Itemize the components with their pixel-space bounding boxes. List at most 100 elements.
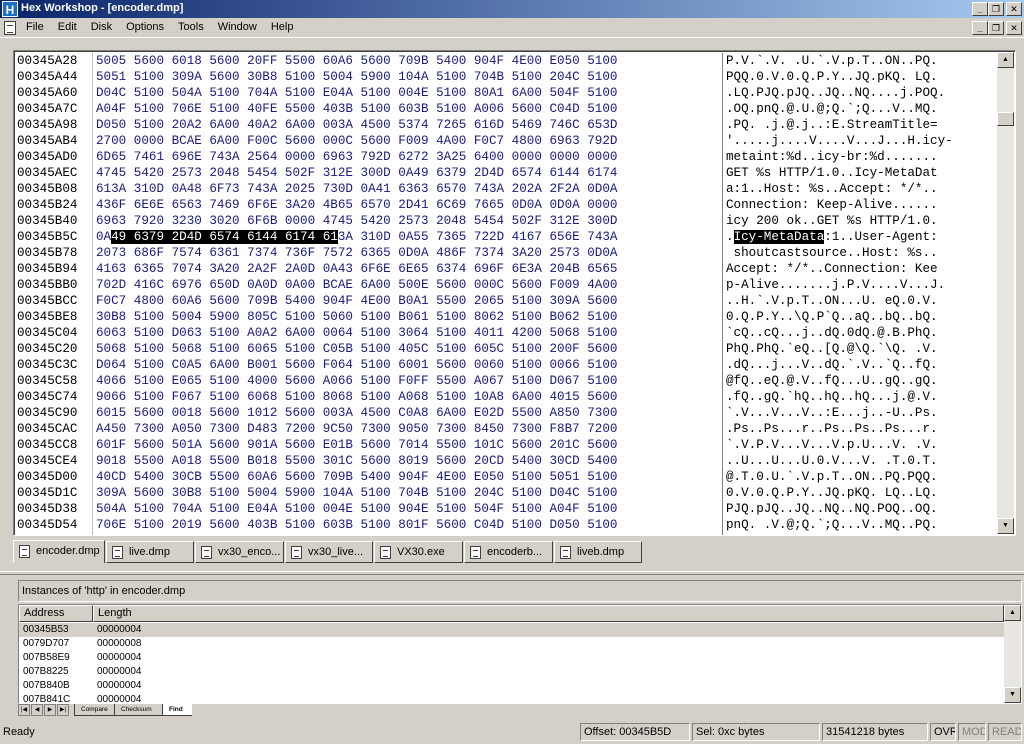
hex-row[interactable]: 00345C04 6063 5100 D063 5100 A0A2 6A00 00… bbox=[14, 325, 994, 341]
hex-row[interactable]: 00345BB0 702D 416C 6976 650D 0A0D 0A00 BC… bbox=[14, 277, 994, 293]
hex-row-bytes[interactable]: D064 5100 C0A5 6A00 B001 5600 F064 5100 … bbox=[96, 357, 617, 373]
hex-row-bytes[interactable]: 5068 5100 5068 5100 6065 5100 C05B 5100 … bbox=[96, 341, 617, 357]
hex-row-ascii[interactable]: '.....j....V....V...J...H.icy- bbox=[726, 133, 953, 149]
hex-row-bytes[interactable]: 309A 5600 30B8 5100 5004 5900 104A 5100 … bbox=[96, 485, 617, 501]
scroll-up-arrow-icon[interactable]: ▲ bbox=[997, 52, 1014, 68]
file-tab[interactable]: liveb.dmp bbox=[554, 541, 642, 563]
menu-tools[interactable]: Tools bbox=[178, 21, 204, 33]
hex-row-ascii[interactable]: GET %s HTTP/1.0..Icy-MetaDat bbox=[726, 165, 938, 181]
hex-row-ascii[interactable]: PJQ.pJQ..JQ..NQ..NQ.POQ..OQ. bbox=[726, 501, 938, 517]
hex-row[interactable]: 00345CC8 601F 5600 501A 5600 901A 5600 E0… bbox=[14, 437, 994, 453]
hex-row-bytes[interactable]: 702D 416C 6976 650D 0A0D 0A00 BCAE 6A00 … bbox=[96, 277, 617, 293]
hex-row-ascii[interactable]: P.V.`.V. .U.`.V.p.T..ON..PQ. bbox=[726, 53, 938, 69]
hex-selection[interactable]: 49 6379 2D4D 6574 6144 6174 61 bbox=[111, 230, 338, 244]
hex-row-ascii[interactable]: `.V...V...V..:E...j..-U..Ps. bbox=[726, 405, 938, 421]
scroll-thumb[interactable] bbox=[997, 112, 1014, 126]
results-tab-checksum[interactable]: Checksum bbox=[114, 704, 162, 716]
hex-row-bytes[interactable]: 9018 5500 A018 5500 B018 5500 301C 5600 … bbox=[96, 453, 617, 469]
mdi-minimize-button[interactable]: _ bbox=[972, 21, 988, 35]
file-tab[interactable]: encoder.dmp bbox=[13, 540, 105, 563]
hex-row-bytes[interactable]: 4066 5100 E065 5100 4000 5600 A066 5100 … bbox=[96, 373, 617, 389]
table-row[interactable]: 007B841C 00000004 bbox=[19, 693, 1004, 703]
hex-row-ascii[interactable]: icy 200 ok..GET %s HTTP/1.0. bbox=[726, 213, 938, 229]
hex-row-bytes[interactable]: 5005 5600 6018 5600 20FF 5500 60A6 5600 … bbox=[96, 53, 617, 69]
hex-row[interactable]: 00345AEC 4745 5420 2573 2048 5454 502F 31… bbox=[14, 165, 994, 181]
results-list[interactable]: Address Length ▲ ▼ 00345B53 00000004 0079D… bbox=[18, 604, 1022, 704]
hex-row-bytes[interactable]: D050 5100 20A2 6A00 40A2 6A00 003A 4500 … bbox=[96, 117, 617, 133]
menu-help[interactable]: Help bbox=[271, 21, 294, 33]
hex-row[interactable]: 00345AD0 6D65 7461 696E 743A 2564 0000 69… bbox=[14, 149, 994, 165]
mdi-close-button[interactable]: ✕ bbox=[1006, 21, 1022, 35]
hex-row-ascii[interactable]: ..U...U...U.0.V...V. .T.0.T. bbox=[726, 453, 938, 469]
hex-row[interactable]: 00345D38 504A 5100 704A 5100 E04A 5100 00… bbox=[14, 501, 994, 517]
next-tab-icon[interactable]: ▶ bbox=[44, 704, 56, 716]
hex-row-bytes[interactable]: D04C 5100 504A 5100 704A 5100 E04A 5100 … bbox=[96, 85, 617, 101]
hex-row-bytes[interactable]: 6963 7920 3230 3020 6F6B 0000 4745 5420 … bbox=[96, 213, 617, 229]
file-tab[interactable]: live.dmp bbox=[106, 541, 194, 563]
hex-row-bytes[interactable]: 706E 5100 2019 5600 403B 5100 603B 5100 … bbox=[96, 517, 617, 533]
hex-row[interactable]: 00345B08 613A 310D 0A48 6F73 743A 2025 73… bbox=[14, 181, 994, 197]
hex-row-ascii[interactable]: .OQ.pnQ.@.U.@;Q.`;Q...V..MQ. bbox=[726, 101, 938, 117]
hex-row-bytes[interactable]: F0C7 4800 60A6 5600 709B 5400 904F 4E00 … bbox=[96, 293, 617, 309]
file-tab[interactable]: VX30.exe bbox=[374, 541, 463, 563]
hex-row-ascii[interactable]: PhQ.PhQ.`eQ..[Q.@\Q.`\Q. .V. bbox=[726, 341, 938, 357]
hex-row[interactable]: 00345C74 9066 5100 F067 5100 6068 5100 80… bbox=[14, 389, 994, 405]
results-tab-find[interactable]: Find bbox=[162, 704, 192, 716]
file-tab[interactable]: vx30_live... bbox=[285, 541, 373, 563]
hex-workshop-icon[interactable]: H bbox=[2, 1, 18, 17]
hex-row-bytes[interactable]: 2700 0000 BCAE 6A00 F00C 5600 000C 5600 … bbox=[96, 133, 617, 149]
hex-row-ascii[interactable]: @fQ..eQ.@.V..fQ...U..gQ..gQ. bbox=[726, 373, 938, 389]
hex-row[interactable]: 00345B94 4163 6365 7074 3A20 2A2F 2A0D 0A… bbox=[14, 261, 994, 277]
minimize-button[interactable]: _ bbox=[972, 2, 988, 16]
maximize-button[interactable]: ❐ bbox=[988, 2, 1004, 16]
hex-row[interactable]: 00345C90 6015 5600 0018 5600 1012 5600 00… bbox=[14, 405, 994, 421]
hex-row-ascii[interactable]: shoutcastsource..Host: %s.. bbox=[726, 245, 938, 261]
hex-row-bytes[interactable]: 436F 6E6E 6563 7469 6F6E 3A20 4B65 6570 … bbox=[96, 197, 617, 213]
hex-row[interactable]: 00345A60 D04C 5100 504A 5100 704A 5100 E0… bbox=[14, 85, 994, 101]
table-row[interactable]: 007B58E9 00000004 bbox=[19, 651, 1004, 665]
last-tab-icon[interactable]: ▶| bbox=[57, 704, 69, 716]
hex-row-ascii[interactable]: `.V.P.V...V...V.p.U...V. .V. bbox=[726, 437, 938, 453]
hex-row-bytes[interactable]: 40CD 5400 30CB 5500 60A6 5600 709B 5400 … bbox=[96, 469, 617, 485]
hex-row[interactable]: 00345A7C A04F 5100 706E 5100 40FE 5500 40… bbox=[14, 101, 994, 117]
document-icon[interactable] bbox=[4, 21, 16, 35]
close-button[interactable]: ✕ bbox=[1006, 2, 1022, 16]
hex-row-ascii[interactable]: p-Alive.......j.P.V....V...J. bbox=[726, 277, 945, 293]
hex-row-ascii[interactable]: metaint:%d..icy-br:%d....... bbox=[726, 149, 938, 165]
menu-options[interactable]: Options bbox=[126, 21, 164, 33]
hex-row-bytes[interactable]: 2073 686F 7574 6361 7374 736F 7572 6365 … bbox=[96, 245, 617, 261]
hex-row[interactable]: 00345CAC A450 7300 A050 7300 D483 7200 9C… bbox=[14, 421, 994, 437]
hex-row-bytes[interactable]: 4745 5420 2573 2048 5454 502F 312E 300D … bbox=[96, 165, 617, 181]
mdi-restore-button[interactable]: ❐ bbox=[988, 21, 1004, 35]
first-tab-icon[interactable]: |◀ bbox=[18, 704, 30, 716]
hex-row-ascii[interactable]: 0.Q.P.Y..\Q.P`Q..aQ..bQ..bQ. bbox=[726, 309, 938, 325]
menu-disk[interactable]: Disk bbox=[91, 21, 112, 33]
table-row[interactable]: 007B8225 00000004 bbox=[19, 665, 1004, 679]
hex-row-ascii[interactable]: pnQ. .V.@;Q.`;Q...V..MQ..PQ. bbox=[726, 517, 938, 533]
hex-row-ascii[interactable]: `cQ..cQ...j..dQ.0dQ.@.B.PhQ. bbox=[726, 325, 938, 341]
ascii-selection[interactable]: Icy-MetaData bbox=[733, 230, 825, 244]
hex-row-ascii[interactable]: @.T.0.U.`.V.p.T..ON..PQ.PQQ. bbox=[726, 469, 938, 485]
hex-row-bytes[interactable]: 601F 5600 501A 5600 901A 5600 E01B 5600 … bbox=[96, 437, 617, 453]
hex-row-bytes[interactable]: 504A 5100 704A 5100 E04A 5100 004E 5100 … bbox=[96, 501, 617, 517]
hex-row[interactable]: 00345A98 D050 5100 20A2 6A00 40A2 6A00 00… bbox=[14, 117, 994, 133]
hex-row[interactable]: 00345D00 40CD 5400 30CB 5500 60A6 5600 70… bbox=[14, 469, 994, 485]
hex-row[interactable]: 00345BCC F0C7 4800 60A6 5600 709B 5400 90… bbox=[14, 293, 994, 309]
hex-editor[interactable]: ▲ ▼ 00345A28 5005 5600 6018 5600 20FF 550… bbox=[13, 50, 1016, 536]
hex-row-ascii[interactable]: ..H.`.V.p.T..ON...U. eQ.0.V. bbox=[726, 293, 938, 309]
hex-row[interactable]: 00345CE4 9018 5500 A018 5500 B018 5500 30… bbox=[14, 453, 994, 469]
hex-row-ascii[interactable]: .PQ. .j.@.j..:E.StreamTitle= bbox=[726, 117, 938, 133]
hex-row-ascii[interactable]: .Ps..Ps...r..Ps..Ps..Ps...r. bbox=[726, 421, 938, 437]
table-row[interactable]: 00345B53 00000004 bbox=[19, 623, 1004, 637]
hex-row-ascii[interactable]: .LQ.PJQ.pJQ..JQ..NQ....j.POQ. bbox=[726, 85, 945, 101]
file-tab[interactable]: encoderb... bbox=[464, 541, 553, 563]
hex-row-bytes[interactable]: 613A 310D 0A48 6F73 743A 2025 730D 0A41 … bbox=[96, 181, 617, 197]
pane-splitter[interactable] bbox=[0, 571, 1024, 575]
hex-row-bytes[interactable]: 6015 5600 0018 5600 1012 5600 003A 4500 … bbox=[96, 405, 617, 421]
hex-row-ascii[interactable]: Accept: */*..Connection: Kee bbox=[726, 261, 938, 277]
hex-row[interactable]: 00345B5C 0A49 6379 2D4D 6574 6144 6174 61… bbox=[14, 229, 994, 245]
hex-row-ascii[interactable]: .dQ...j...V..dQ.`.V..`Q..fQ. bbox=[726, 357, 938, 373]
hex-row-bytes[interactable]: 0A49 6379 2D4D 6574 6144 6174 613A 310D … bbox=[96, 229, 618, 245]
hex-row[interactable]: 00345C20 5068 5100 5068 5100 6065 5100 C0… bbox=[14, 341, 994, 357]
hex-row-bytes[interactable]: 4163 6365 7074 3A20 2A2F 2A0D 0A43 6F6E … bbox=[96, 261, 617, 277]
